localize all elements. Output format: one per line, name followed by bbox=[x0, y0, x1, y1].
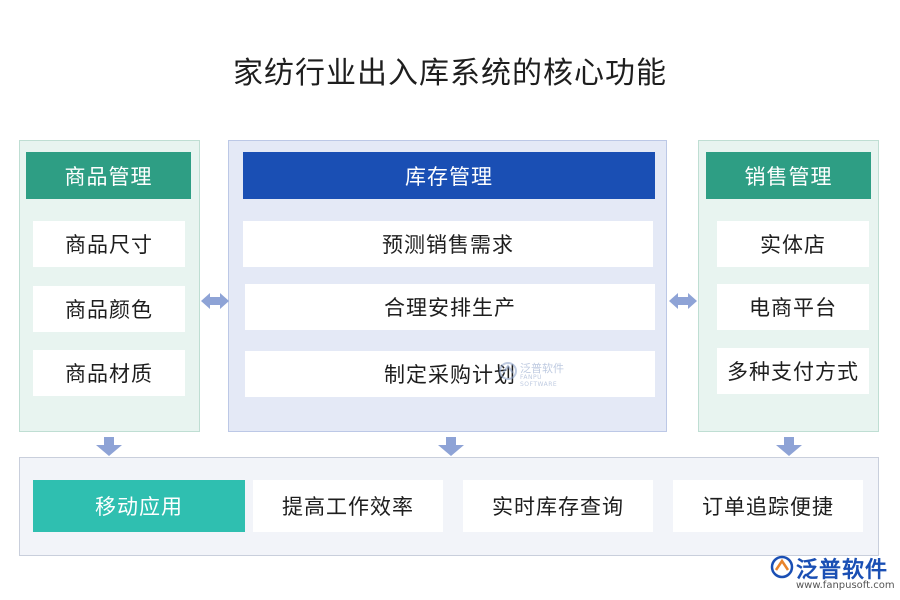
brand-logo: 泛普软件 www.fanpusoft.com bbox=[770, 552, 895, 597]
product-item-material: 商品材质 bbox=[33, 350, 185, 396]
sales-management-header: 销售管理 bbox=[706, 152, 871, 199]
double-arrow-icon bbox=[201, 293, 229, 309]
product-item-color: 商品颜色 bbox=[33, 286, 185, 332]
inventory-item-purchase: 制定采购计划 bbox=[245, 351, 655, 397]
logo-mark-icon bbox=[770, 555, 794, 579]
mobile-app-header: 移动应用 bbox=[33, 480, 245, 532]
sales-item-payment: 多种支付方式 bbox=[717, 348, 869, 394]
mobile-item-stock-query: 实时库存查询 bbox=[463, 480, 653, 532]
watermark: 泛普软件 FANPU SOFTWARE bbox=[498, 360, 578, 388]
diagram-title: 家纺行业出入库系统的核心功能 bbox=[233, 56, 667, 91]
down-arrow-icon bbox=[96, 437, 122, 456]
sales-item-store: 实体店 bbox=[717, 221, 869, 267]
brand-url: www.fanpusoft.com bbox=[796, 580, 895, 591]
double-arrow-icon bbox=[669, 293, 697, 309]
down-arrow-icon bbox=[438, 437, 464, 456]
inventory-item-forecast: 预测销售需求 bbox=[243, 221, 653, 267]
inventory-item-production: 合理安排生产 bbox=[245, 284, 655, 330]
mobile-item-order-tracking: 订单追踪便捷 bbox=[673, 480, 863, 532]
watermark-subtext: FANPU SOFTWARE bbox=[520, 374, 558, 388]
mobile-item-efficiency: 提高工作效率 bbox=[253, 480, 443, 532]
inventory-management-header: 库存管理 bbox=[243, 152, 655, 199]
logo-mark-icon bbox=[499, 362, 517, 380]
product-item-size: 商品尺寸 bbox=[33, 221, 185, 267]
product-management-header: 商品管理 bbox=[26, 152, 191, 199]
sales-item-ecommerce: 电商平台 bbox=[717, 284, 869, 330]
down-arrow-icon bbox=[776, 437, 802, 456]
